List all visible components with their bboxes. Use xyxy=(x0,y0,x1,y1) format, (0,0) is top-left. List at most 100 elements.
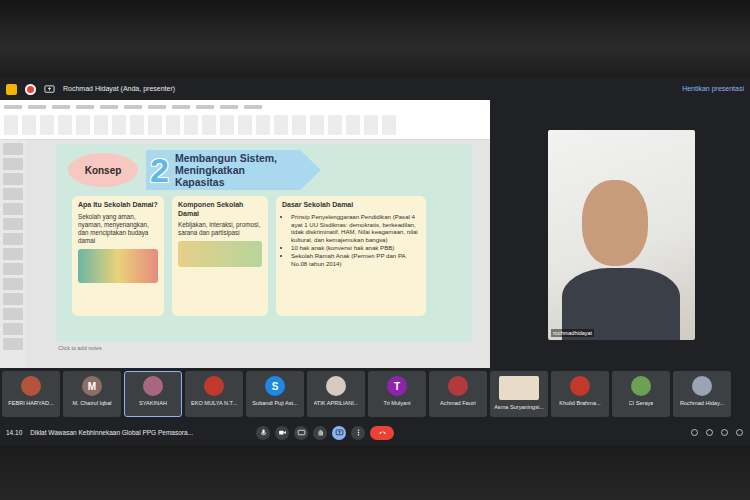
participant-avatar xyxy=(692,376,712,396)
more-button[interactable] xyxy=(351,426,365,440)
slide-thumbnail[interactable] xyxy=(3,218,23,230)
ribbon-tool[interactable] xyxy=(40,115,54,135)
person-head xyxy=(582,180,648,266)
present-button[interactable] xyxy=(332,426,346,440)
participant-name: Rochmad Hiday... xyxy=(680,399,724,407)
participant-name: FEBRI HARYAD... xyxy=(8,399,53,407)
ribbon-tool[interactable] xyxy=(292,115,306,135)
ribbon-tool[interactable] xyxy=(328,115,342,135)
ribbon-tool[interactable] xyxy=(184,115,198,135)
ribbon-tool[interactable] xyxy=(238,115,252,135)
ribbon-tab[interactable] xyxy=(124,105,142,109)
slide-thumbnail[interactable] xyxy=(3,173,23,185)
hangup-icon xyxy=(378,428,387,437)
participant-avatar xyxy=(21,376,41,396)
ribbon-tab[interactable] xyxy=(148,105,166,109)
slide-thumbnail[interactable] xyxy=(3,293,23,305)
participant-tile[interactable]: MM. Chairul Iqbal xyxy=(63,371,121,417)
participant-tile[interactable]: FEBRI HARYAD... xyxy=(2,371,60,417)
ribbon-tool[interactable] xyxy=(22,115,36,135)
slide-thumbnail[interactable] xyxy=(3,263,23,275)
participant-tile[interactable]: Asma Suryaningsi... xyxy=(490,371,548,417)
activities-icon[interactable] xyxy=(735,428,744,437)
slide-thumbnail[interactable] xyxy=(3,248,23,260)
powerpoint-window: Konsep2Membangun Sistem, Meningkatkan Ka… xyxy=(0,100,490,368)
mic-icon xyxy=(259,428,268,437)
ribbon-tool[interactable] xyxy=(382,115,396,135)
participant-avatar xyxy=(326,376,346,396)
ribbon-tool[interactable] xyxy=(310,115,324,135)
participant-tile[interactable]: SYAKINAH xyxy=(124,371,182,417)
camera-button[interactable] xyxy=(275,426,289,440)
ribbon-tool[interactable] xyxy=(274,115,288,135)
avatar-color: T xyxy=(394,379,400,394)
slide-thumbnail[interactable] xyxy=(3,338,23,350)
slide-thumbnail[interactable] xyxy=(3,158,23,170)
ribbon-tool[interactable] xyxy=(220,115,234,135)
ribbon-tab[interactable] xyxy=(76,105,94,109)
slide-thumbnail[interactable] xyxy=(3,308,23,320)
participant-tile[interactable]: Achmad Fauzi xyxy=(429,371,487,417)
slide-thumbnail[interactable] xyxy=(3,188,23,200)
slide-thumbnail[interactable] xyxy=(3,143,23,155)
ribbon-tool[interactable] xyxy=(130,115,144,135)
ribbon-tab[interactable] xyxy=(4,105,22,109)
ribbon-tab[interactable] xyxy=(220,105,238,109)
participant-tile[interactable]: EKO MULYA N.T... xyxy=(185,371,243,417)
mic-button[interactable] xyxy=(256,426,270,440)
info-card: Dasar Sekolah DamaiPrinsip Penyelenggara… xyxy=(276,196,426,316)
card-title: Apa Itu Sekolah Damai? xyxy=(78,201,158,209)
ribbon-tool[interactable] xyxy=(76,115,90,135)
captions-button[interactable] xyxy=(294,426,308,440)
record-icon[interactable] xyxy=(25,84,36,95)
chat-icon[interactable] xyxy=(720,428,729,437)
slide-thumbnail[interactable] xyxy=(3,203,23,215)
ribbon-tool[interactable] xyxy=(166,115,180,135)
ribbon-tool[interactable] xyxy=(346,115,360,135)
title-banner: 2Membangun Sistem, Meningkatkan Kapasita… xyxy=(146,150,321,190)
ribbon-tab[interactable] xyxy=(52,105,70,109)
people-icon[interactable] xyxy=(705,428,714,437)
slides-icon[interactable] xyxy=(6,84,17,95)
hangup-button[interactable] xyxy=(370,426,394,440)
ribbon-tool[interactable] xyxy=(148,115,162,135)
bottom-bar: 14.10Diklat Wawasan Kebhinnekaan Global … xyxy=(0,420,750,445)
ribbon xyxy=(0,100,490,140)
ribbon-tool[interactable] xyxy=(364,115,378,135)
info-icon[interactable] xyxy=(690,428,699,437)
ribbon-tab[interactable] xyxy=(244,105,262,109)
participant-tile[interactable]: Kholid Brahma... xyxy=(551,371,609,417)
ribbon-tool[interactable] xyxy=(202,115,216,135)
participant-name: Kholid Brahma... xyxy=(559,399,600,407)
participant-tile[interactable]: ATIK APRILIANI... xyxy=(307,371,365,417)
participant-avatar xyxy=(448,376,468,396)
ribbon-tab[interactable] xyxy=(28,105,46,109)
ribbon-tool[interactable] xyxy=(4,115,18,135)
ribbon-tool[interactable] xyxy=(112,115,126,135)
slide-thumbnail[interactable] xyxy=(3,278,23,290)
avatar-color: S xyxy=(272,379,279,394)
slide-thumbnail[interactable] xyxy=(3,323,23,335)
ribbon-tool[interactable] xyxy=(94,115,108,135)
participant-tile[interactable]: CI Seraya xyxy=(612,371,670,417)
slide-thumbnail[interactable] xyxy=(3,233,23,245)
call-controls xyxy=(256,426,664,440)
stop-presenting-button[interactable]: Hentikan presentasi xyxy=(682,84,744,95)
captions-icon xyxy=(297,428,306,437)
present-icon xyxy=(335,428,344,437)
slide-header: Konsep2Membangun Sistem, Meningkatkan Ka… xyxy=(68,150,460,190)
ribbon-tab[interactable] xyxy=(172,105,190,109)
participant-tile[interactable]: Rochmad Hiday... xyxy=(673,371,731,417)
participant-avatar xyxy=(631,376,651,396)
ribbon-tool[interactable] xyxy=(256,115,270,135)
participant-tile[interactable]: TTri Mulyani xyxy=(368,371,426,417)
stage: Konsep2Membangun Sistem, Meningkatkan Ka… xyxy=(0,100,750,368)
present-screen-icon xyxy=(44,84,55,95)
hand-button[interactable] xyxy=(313,426,327,440)
participant-tile[interactable]: SSubandi Puji Ast... xyxy=(246,371,304,417)
ribbon-tool[interactable] xyxy=(58,115,72,135)
ribbon-tab[interactable] xyxy=(196,105,214,109)
notes-field[interactable]: Click to add notes xyxy=(56,342,472,352)
ribbon-tab[interactable] xyxy=(100,105,118,109)
meeting-info: 14.10Diklat Wawasan Kebhinnekaan Global … xyxy=(6,428,256,438)
